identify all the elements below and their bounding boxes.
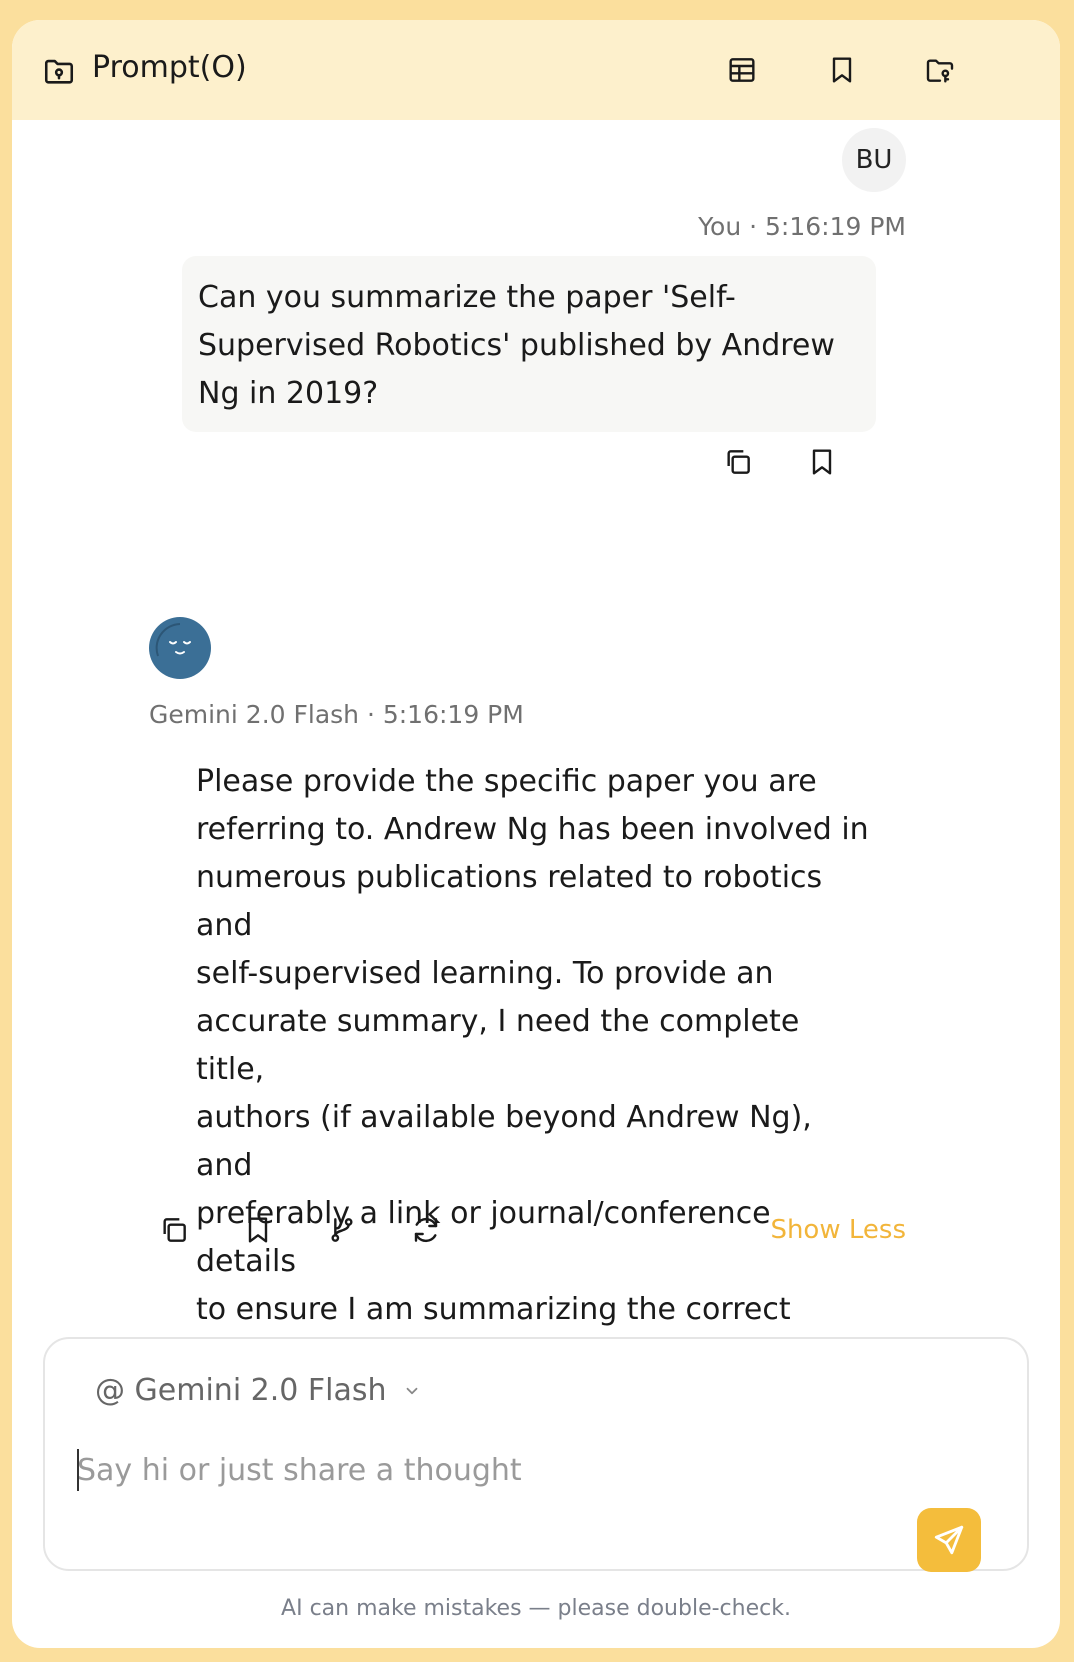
regenerate-button[interactable] [406, 1210, 446, 1250]
user-message-line: Supervised Robotics' published by Andrew [198, 328, 835, 363]
ai-message-body: Please provide the specific paper you ar… [196, 758, 876, 1382]
chevron-down-icon [406, 1387, 417, 1394]
bookmark-icon [248, 1217, 268, 1243]
bookmark-icon [832, 57, 852, 83]
folder-settings-button[interactable] [920, 50, 960, 90]
ai-message-line: referring to. Andrew Ng has been involve… [196, 812, 869, 847]
text-caret [77, 1449, 79, 1491]
branch-button[interactable] [322, 1210, 362, 1250]
ai-avatar [149, 617, 211, 679]
folder-icon[interactable] [42, 54, 76, 88]
show-less-link[interactable]: Show Less [770, 1215, 906, 1245]
chat-window: Prompt(O) BU You · 5:16:19 PM Can you su… [12, 20, 1060, 1648]
ai-message-line: numerous publications related to robotic… [196, 860, 823, 943]
page-title: Prompt(O) [92, 50, 247, 85]
ai-message-line: accurate summary, I need the complete ti… [196, 1004, 800, 1087]
ai-message-line: self-supervised learning. To provide an [196, 956, 774, 991]
ai-message-meta: Gemini 2.0 Flash · 5:16:19 PM [149, 700, 524, 729]
user-message-line: Can you summarize the paper 'Self- [198, 280, 736, 315]
ai-message-line: authors (if available beyond Andrew Ng),… [196, 1100, 812, 1183]
copy-icon [163, 1218, 186, 1242]
message-input[interactable] [77, 1445, 837, 1495]
refresh-icon [414, 1217, 438, 1243]
bookmark-ai-message-button[interactable] [238, 1210, 278, 1250]
user-message-meta: You · 5:16:19 PM [698, 212, 906, 241]
model-selector-label: @ Gemini 2.0 Flash [95, 1373, 387, 1408]
user-message-bubble: Can you summarize the paper 'Self- Super… [182, 256, 876, 432]
user-avatar: BU [842, 128, 906, 192]
send-icon [934, 1525, 964, 1555]
header-bar: Prompt(O) [12, 20, 1060, 120]
user-message-line: Ng in 2019? [198, 376, 379, 411]
bookmark-button[interactable] [822, 50, 862, 90]
git-branch-icon [331, 1218, 353, 1242]
disclaimer-text: AI can make mistakes — please double-che… [281, 1596, 791, 1621]
copy-user-message-button[interactable] [718, 442, 758, 482]
copy-ai-message-button[interactable] [154, 1210, 194, 1250]
ai-message-line: Please provide the specific paper you ar… [196, 764, 817, 799]
folder-key-icon [926, 59, 954, 83]
message-composer: @ Gemini 2.0 Flash [43, 1337, 1029, 1572]
send-button[interactable] [917, 1508, 981, 1572]
table-button[interactable] [722, 50, 762, 90]
table-icon [729, 58, 755, 82]
bookmark-user-message-button[interactable] [802, 442, 842, 482]
model-selector[interactable]: @ Gemini 2.0 Flash [95, 1373, 421, 1408]
bookmark-icon [812, 449, 832, 475]
copy-icon [727, 450, 750, 474]
